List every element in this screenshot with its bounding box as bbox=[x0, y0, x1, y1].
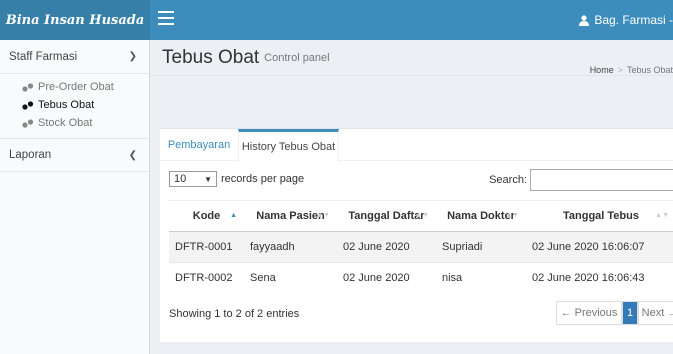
breadcrumb-current: Tebus Obat bbox=[626, 65, 673, 75]
search-label: Search: bbox=[489, 174, 527, 186]
previous-page-button[interactable]: ← Previous bbox=[556, 301, 622, 325]
topbar: Bina Insan Husada Bag. Farmasi - bbox=[0, 0, 673, 40]
tab-history-tebus-obat[interactable]: History Tebus Obat bbox=[238, 129, 339, 162]
table-cell: Supriadi bbox=[436, 231, 526, 263]
page-length-select[interactable]: 10 ▼ bbox=[169, 171, 217, 187]
pills-icon bbox=[22, 118, 34, 128]
table-cell: 02 June 2020 16:06:07 bbox=[526, 231, 673, 263]
sidebar-item-label: Tebus Obat bbox=[38, 99, 95, 111]
table-cell: 02 June 2020 16:06:43 bbox=[526, 262, 673, 294]
sidebar-section-laporan[interactable]: Laporan ❮ bbox=[0, 138, 149, 172]
chevron-left-icon: ❮ bbox=[128, 149, 137, 161]
page-subtitle: Control panel bbox=[264, 51, 330, 64]
sidebar-section-label: Staff Farmasi bbox=[9, 50, 78, 63]
app-logo[interactable]: Bina Insan Husada bbox=[0, 0, 150, 40]
sidebar-item-pre-order-obat[interactable]: Pre-Order Obat bbox=[0, 78, 149, 96]
sort-icon: ▲▼ bbox=[316, 212, 330, 219]
table-row[interactable]: DFTR-0002 Sena 02 June 2020 nisa 02 June… bbox=[169, 262, 673, 294]
column-header-label: Tanggal Daftar bbox=[348, 210, 425, 222]
breadcrumb: Home > Tebus Obat bbox=[590, 65, 673, 75]
caret-down-icon: ▼ bbox=[204, 174, 212, 184]
table-cell: nisa bbox=[436, 262, 526, 294]
page-length-control: 10 ▼ records per page bbox=[169, 171, 304, 187]
tab-pembayaran[interactable]: Pembayaran bbox=[160, 129, 238, 161]
search-input[interactable] bbox=[530, 169, 673, 191]
sidebar-item-stock-obat[interactable]: Stock Obat bbox=[0, 114, 149, 132]
pagination: ← Previous 1 Next → bbox=[556, 301, 673, 325]
sort-icon: ▲▼ bbox=[415, 212, 429, 219]
user-menu[interactable]: Bag. Farmasi - bbox=[579, 0, 673, 40]
page-title: Tebus Obat bbox=[162, 46, 260, 68]
table-cell: 02 June 2020 bbox=[337, 262, 436, 294]
sidebar-item-label: Stock Obat bbox=[38, 117, 93, 129]
table-cell: Sena bbox=[244, 262, 337, 294]
page-length-value: 10 bbox=[174, 173, 187, 185]
sidebar-toggle-icon[interactable] bbox=[158, 11, 174, 25]
sidebar-item-label: Pre-Order Obat bbox=[38, 81, 114, 93]
table-cell: DFTR-0002 bbox=[169, 262, 244, 294]
chevron-down-icon: ❯ bbox=[128, 51, 137, 62]
column-header-label: Tanggal Tebus bbox=[563, 210, 639, 222]
column-header-kode[interactable]: Kode ▲ bbox=[169, 200, 244, 232]
user-icon bbox=[579, 14, 590, 26]
column-header-nama-pasien[interactable]: Nama Pasien ▲▼ bbox=[244, 200, 337, 232]
user-label: Bag. Farmasi - bbox=[594, 13, 673, 27]
pills-icon bbox=[22, 100, 34, 110]
sort-icon: ▲▼ bbox=[655, 212, 669, 219]
column-header-label: Nama Pasien bbox=[256, 210, 325, 222]
tab-panel: Pembayaran History Tebus Obat 10 ▼ recor… bbox=[160, 128, 673, 342]
page-length-label: records per page bbox=[221, 173, 305, 185]
table-header-row: Kode ▲ Nama Pasien ▲▼ Tanggal Daftar ▲▼ Nam… bbox=[169, 200, 673, 232]
page-1-button[interactable]: 1 bbox=[622, 301, 638, 325]
breadcrumb-separator: > bbox=[617, 65, 623, 75]
column-header-label: Kode bbox=[192, 210, 221, 222]
sidebar-submenu: Pre-Order Obat Tebus Obat Stock Obat bbox=[0, 74, 149, 138]
column-header-nama-dokter[interactable]: Nama Dokter ▲▼ bbox=[436, 200, 526, 232]
sidebar-section-staff-farmasi[interactable]: Staff Farmasi ❯ bbox=[0, 40, 149, 74]
column-header-tanggal-daftar[interactable]: Tanggal Daftar ▲▼ bbox=[337, 200, 436, 232]
table-search: Search: bbox=[489, 169, 673, 191]
column-header-tanggal-tebus[interactable]: Tanggal Tebus ▲▼ bbox=[526, 200, 673, 232]
table-row[interactable]: DFTR-0001 fayyaadh 02 June 2020 Supriadi… bbox=[169, 231, 673, 263]
sidebar: Staff Farmasi ❯ Pre-Order Obat Tebus Oba… bbox=[0, 40, 150, 354]
main-content: Tebus Obat Control panel Home > Tebus Obat… bbox=[150, 40, 673, 354]
sidebar-section-label: Laporan bbox=[9, 149, 52, 161]
tab-bar: Pembayaran History Tebus Obat bbox=[160, 129, 673, 162]
pills-icon bbox=[22, 82, 34, 92]
sidebar-item-tebus-obat[interactable]: Tebus Obat bbox=[0, 96, 149, 114]
sort-icon: ▲▼ bbox=[505, 212, 519, 219]
next-page-button[interactable]: Next → bbox=[638, 301, 673, 325]
history-table: Kode ▲ Nama Pasien ▲▼ Tanggal Daftar ▲▼ Nam… bbox=[169, 200, 673, 294]
breadcrumb-home[interactable]: Home bbox=[590, 65, 614, 75]
table-info: Showing 1 to 2 of 2 entries bbox=[169, 308, 300, 320]
table-cell: 02 June 2020 bbox=[337, 231, 436, 263]
table-cell: DFTR-0001 bbox=[169, 231, 244, 263]
sort-asc-icon: ▲ bbox=[230, 212, 237, 219]
table-cell: fayyaadh bbox=[244, 231, 337, 263]
